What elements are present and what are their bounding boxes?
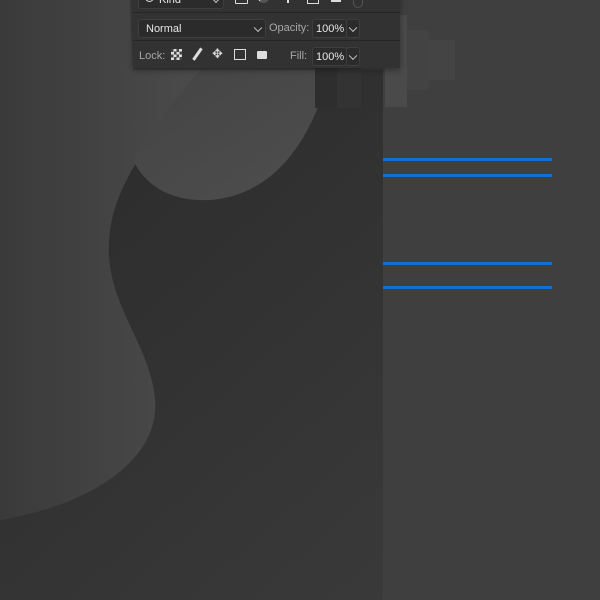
opacity-label: Opacity: (269, 22, 310, 34)
type-layer-filter-icon[interactable] (287, 0, 289, 3)
blend-mode-value: Normal (146, 22, 182, 35)
opacity-value: 100% (316, 22, 345, 35)
chevron-down-icon (348, 23, 358, 32)
blend-row: Normal Opacity: 100% (133, 16, 400, 41)
guide-line[interactable] (383, 158, 552, 161)
desktop-wallpaper (0, 0, 600, 600)
filter-kind-label: Kind (159, 0, 181, 6)
guide-line[interactable] (383, 174, 552, 177)
fill-value: 100% (316, 50, 345, 63)
lock-row: Lock: ✥ Fill: 100% (133, 44, 400, 68)
layers-panel: Kind Normal Opacity: 100% Lock: ✥ Fill: … (133, 0, 400, 68)
blend-mode-select[interactable]: Normal (138, 19, 266, 38)
fill-input[interactable]: 100% (312, 47, 347, 66)
adjustment-layer-filter-icon[interactable] (258, 0, 269, 3)
filter-kind-select[interactable]: Kind (138, 0, 224, 9)
opacity-input[interactable]: 100% (312, 19, 347, 38)
fill-slider-toggle[interactable] (346, 47, 360, 66)
pixel-layer-filter-icon[interactable] (235, 0, 248, 4)
smart-object-filter-icon[interactable] (331, 0, 341, 2)
opacity-slider-toggle[interactable] (346, 19, 360, 38)
filter-toggle-icon[interactable] (353, 0, 363, 8)
lock-label: Lock: (139, 50, 166, 62)
lock-all-icon[interactable] (257, 51, 267, 59)
lock-transparent-pixels-icon[interactable] (171, 49, 182, 60)
search-icon (145, 0, 154, 2)
lock-image-pixels-icon[interactable] (192, 47, 203, 61)
shape-layer-filter-icon[interactable] (307, 0, 319, 4)
lock-artboard-icon[interactable] (234, 49, 246, 60)
guide-line[interactable] (383, 286, 552, 289)
chevron-down-icon (348, 51, 358, 60)
chevron-down-icon (211, 0, 221, 3)
guide-line[interactable] (383, 262, 552, 265)
fill-label: Fill: (290, 50, 308, 62)
chevron-down-icon (253, 23, 263, 32)
layer-filter-row: Kind (133, 0, 400, 13)
lock-position-icon[interactable]: ✥ (212, 47, 223, 60)
